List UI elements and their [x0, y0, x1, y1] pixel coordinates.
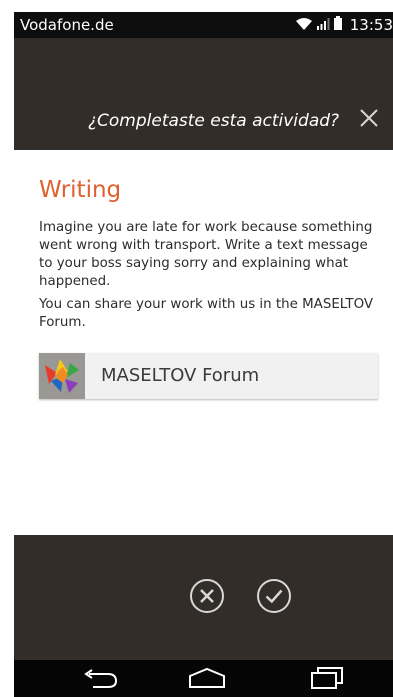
check-icon: [257, 579, 291, 613]
close-icon: [360, 109, 378, 127]
battery-icon: [333, 15, 343, 35]
home-icon: [189, 667, 225, 688]
wifi-icon: [295, 16, 313, 35]
status-icons: 13:53: [295, 15, 393, 35]
maseltov-forum-button[interactable]: MASELTOV Forum: [39, 353, 378, 399]
activity-title: Writing: [39, 177, 122, 203]
forum-label: MASELTOV Forum: [101, 365, 260, 386]
back-icon: [84, 669, 118, 688]
signal-icon: [316, 16, 330, 35]
header-question: ¿Completaste esta actividad?: [88, 111, 340, 131]
status-bar: Vodafone.de 13:53: [14, 12, 393, 38]
home-button[interactable]: [186, 666, 228, 694]
share-instructions: You can share your work with us in the M…: [39, 297, 374, 330]
activity-actions: [14, 535, 393, 660]
cancel-icon: [190, 579, 224, 613]
confirm-button[interactable]: [256, 578, 292, 614]
phone-screen: Vodafone.de 13:53 ¿Completaste esta acti…: [14, 12, 393, 697]
activity-description: Imagine you are late for work because so…: [39, 220, 373, 289]
close-button[interactable]: [357, 106, 381, 130]
carrier-label: Vodafone.de: [20, 16, 114, 34]
cancel-button[interactable]: [189, 578, 225, 614]
android-nav-bar: [14, 660, 393, 697]
back-button[interactable]: [80, 666, 120, 694]
maseltov-logo-icon: [39, 353, 85, 399]
activity-header: ¿Completaste esta actividad?: [14, 38, 393, 150]
clock: 13:53: [349, 16, 393, 34]
activity-content: Writing Imagine you are late for work be…: [14, 150, 393, 535]
recent-apps-icon: [311, 667, 343, 689]
screen-frame: Vodafone.de 13:53 ¿Completaste esta acti…: [0, 0, 393, 697]
recent-apps-button[interactable]: [307, 666, 347, 694]
